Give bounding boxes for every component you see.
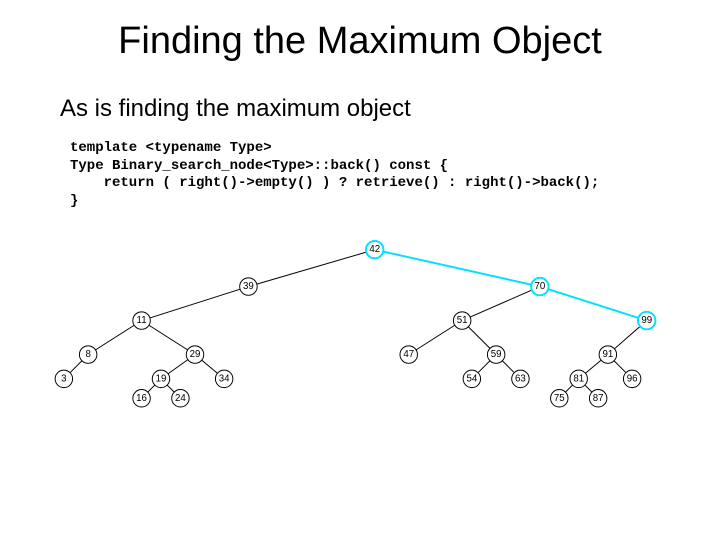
svg-text:39: 39: [243, 281, 254, 292]
svg-text:54: 54: [466, 373, 477, 384]
tree-edge: [614, 361, 626, 373]
tree-node-75: 75: [551, 390, 568, 407]
tree-edge: [470, 290, 532, 317]
svg-text:24: 24: [175, 393, 186, 404]
bst-diagram: 42 39 11 8 3 29 19 16 24 34 70 51 47 59 54 63 99 91 81 75 87…: [45, 238, 685, 408]
tree-node-99: 99: [638, 312, 655, 329]
slide: Finding the Maximum Object As is finding…: [0, 0, 720, 540]
tree-edge: [585, 385, 592, 392]
code-line: Type Binary_search_node<Type>::back() co…: [70, 158, 448, 174]
svg-text:70: 70: [534, 281, 545, 292]
tree-node-42: 42: [366, 241, 383, 258]
svg-text:75: 75: [554, 393, 565, 404]
svg-text:8: 8: [85, 349, 90, 360]
svg-text:3: 3: [61, 373, 66, 384]
tree-node-96: 96: [623, 370, 640, 387]
tree-node-24: 24: [172, 390, 189, 407]
tree-node-87: 87: [589, 390, 606, 407]
tree-node-70: 70: [531, 278, 548, 295]
svg-text:42: 42: [369, 244, 380, 255]
tree-node-11: 11: [133, 312, 150, 329]
tree-edge: [416, 325, 455, 350]
svg-text:16: 16: [136, 393, 147, 404]
tree-node-59: 59: [487, 346, 504, 363]
tree-edge: [468, 327, 490, 349]
svg-text:91: 91: [602, 349, 613, 360]
svg-text:59: 59: [491, 349, 502, 360]
tree-node-91: 91: [599, 346, 616, 363]
tree-node-8: 8: [79, 346, 96, 363]
tree-edge: [502, 361, 514, 373]
tree-edge: [150, 289, 240, 318]
tree-node-51: 51: [453, 312, 470, 329]
svg-text:96: 96: [627, 373, 638, 384]
tree-edge: [614, 326, 640, 348]
tree-edge: [148, 385, 155, 392]
tree-node-34: 34: [215, 370, 232, 387]
code-line: }: [70, 193, 78, 209]
tree-edge: [257, 252, 367, 284]
svg-text:19: 19: [156, 373, 167, 384]
tree-edge: [167, 385, 174, 392]
tree-edge: [96, 325, 135, 350]
tree-node-47: 47: [400, 346, 417, 363]
tree-edge: [585, 360, 601, 373]
tree-edge: [548, 289, 638, 318]
tree-edge: [149, 325, 188, 350]
tree-edge: [202, 360, 218, 373]
subtitle: As is finding the maximum object: [60, 95, 411, 123]
tree-edge: [565, 385, 572, 392]
tree-node-19: 19: [152, 370, 169, 387]
svg-text:51: 51: [457, 315, 468, 326]
svg-text:47: 47: [403, 349, 414, 360]
tree-edge: [383, 252, 531, 285]
tree-node-54: 54: [463, 370, 480, 387]
tree-node-16: 16: [133, 390, 150, 407]
bst-svg: 42 39 11 8 3 29 19 16 24 34 70 51 47 59 54 63 99 91 81 75 87…: [45, 238, 685, 408]
code-line: template <typename Type>: [70, 140, 272, 156]
svg-text:87: 87: [593, 393, 604, 404]
svg-text:29: 29: [190, 349, 201, 360]
svg-text:34: 34: [219, 373, 230, 384]
tree-edge: [70, 361, 82, 373]
tree-node-81: 81: [570, 370, 587, 387]
tree-edge: [478, 361, 490, 373]
page-title: Finding the Maximum Object: [0, 20, 720, 63]
tree-node-29: 29: [186, 346, 203, 363]
tree-node-3: 3: [55, 370, 72, 387]
tree-node-39: 39: [240, 278, 257, 295]
svg-text:63: 63: [515, 373, 526, 384]
svg-text:11: 11: [137, 315, 147, 326]
tree-node-63: 63: [512, 370, 529, 387]
svg-text:81: 81: [573, 373, 584, 384]
svg-text:99: 99: [641, 315, 652, 326]
code-line: return ( right()->empty() ) ? retrieve()…: [70, 175, 599, 191]
code-block: template <typename Type> Type Binary_sea…: [70, 140, 599, 210]
tree-edge: [168, 360, 188, 374]
